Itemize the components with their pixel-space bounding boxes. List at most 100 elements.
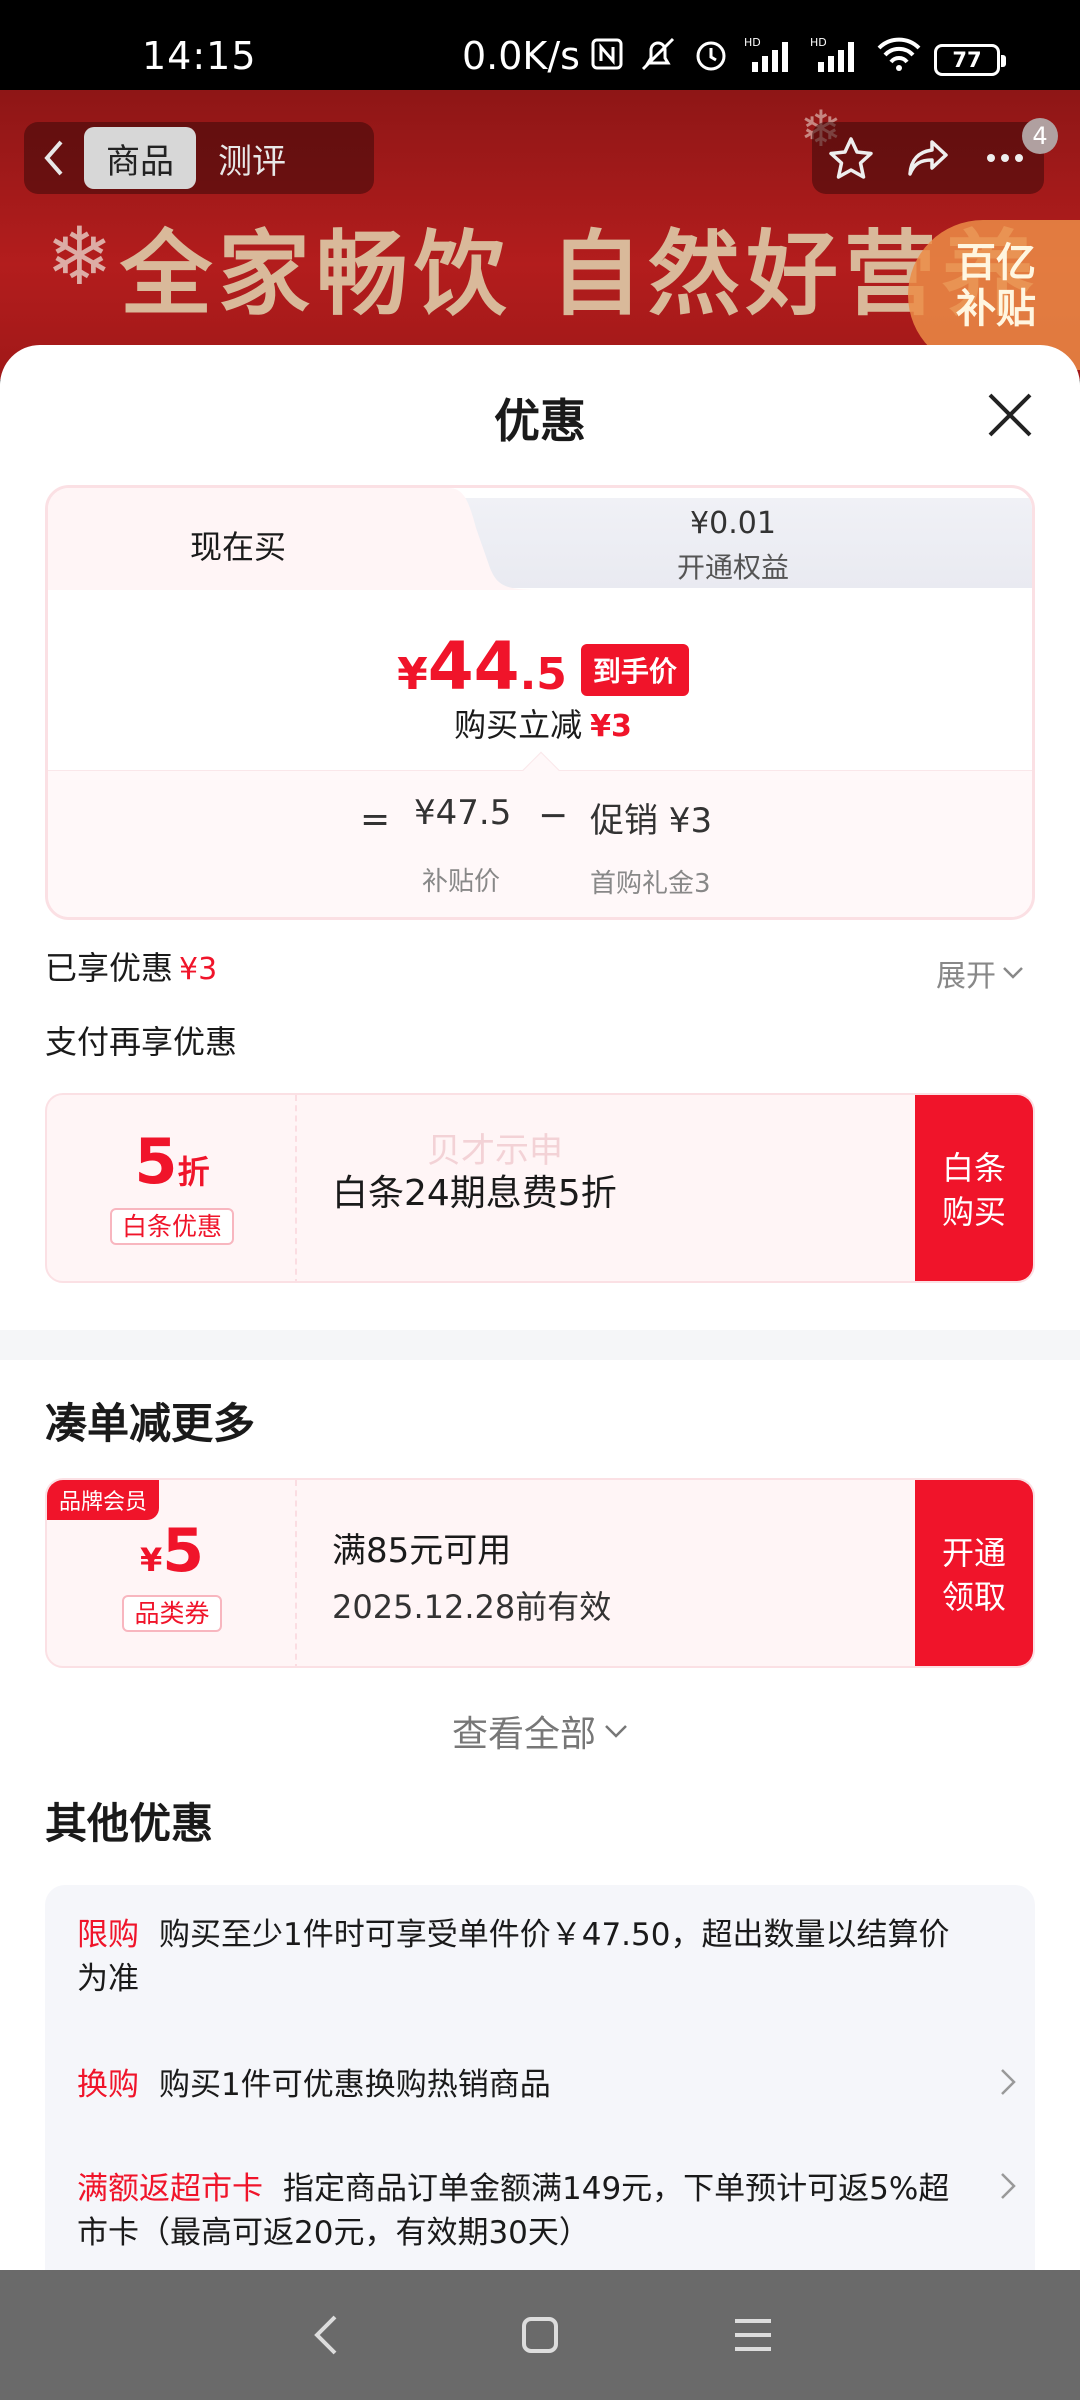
top-nav-left: 商品 测评 — [24, 122, 374, 194]
wifi-icon — [877, 37, 921, 71]
coupon-claim-button[interactable]: 开通 领取 — [915, 1480, 1033, 1666]
baitiao-discount-unit: 折 — [177, 1153, 210, 1191]
tab-buy-now[interactable]: 现在买 — [48, 488, 488, 588]
chevron-down-icon — [605, 1725, 627, 1738]
final-price-yen: ¥ — [397, 649, 428, 700]
nav-back-icon[interactable] — [307, 2313, 347, 2357]
alarm-icon — [696, 41, 726, 71]
coupon-claim-label: 开通 领取 — [942, 1531, 1006, 1619]
pay-more-title: 支付再享优惠 — [45, 1023, 238, 1061]
promo-value: 促销 ¥3 — [590, 801, 713, 841]
subsidy-badge-line2: 补贴 — [956, 286, 1036, 332]
enjoyed-label: 已享优惠 — [45, 949, 174, 987]
baitiao-buy-line2: 购买 — [941, 1193, 1006, 1231]
other-text: 购买1件可优惠换购热销商品 — [159, 2067, 551, 2103]
coupon-amount-value: 5 — [162, 1516, 204, 1586]
signal-2-icon: HD — [810, 36, 854, 72]
nav-menu-icon[interactable] — [733, 2317, 773, 2353]
baitiao-buy-button[interactable]: 白条 购买 — [915, 1095, 1033, 1281]
baitiao-buy-label: 白条 购买 — [942, 1146, 1006, 1234]
net-speed: 0.0K/s — [462, 34, 580, 78]
breakdown-minus: − — [538, 795, 569, 836]
other-item-exchange[interactable]: 换购 购买1件可优惠换购热销商品 — [77, 2063, 1016, 2107]
enjoyed-amount: ¥3 — [179, 952, 218, 987]
price-card: ¥0.01 开通权益 现在买 ¥ 44 .5 到手价 购买立减 ¥3 = ¥47.… — [45, 485, 1035, 920]
snowflake-icon: ❄ — [46, 210, 114, 303]
instant-reduce: 购买立减 ¥3 — [48, 700, 1032, 746]
battery-icon: 77 — [934, 44, 1006, 76]
coupon-type: 品类券 — [122, 1595, 222, 1632]
bundle-title: 凑单减更多 — [45, 1399, 256, 1448]
coupon-expiry: 2025.12.28前有效 — [332, 1587, 612, 1626]
brand-member-tag: 品牌会员 — [47, 1480, 160, 1520]
baitiao-card: 5折 白条优惠 贝才示申 白条24期息费5折 白条 购买 — [45, 1093, 1035, 1283]
top-nav-right: 4 — [812, 118, 1058, 194]
baitiao-info: 白条24期息费5折 — [332, 1095, 617, 1281]
final-price: ¥ 44 .5 到手价 — [48, 628, 1032, 705]
price-breakdown: = ¥47.5 补贴价 − 促销 ¥3 首购礼金3 — [48, 751, 1032, 917]
svg-text:HD: HD — [810, 36, 827, 49]
system-nav-bar — [0, 2270, 1080, 2400]
back-chevron-icon[interactable] — [24, 122, 84, 194]
coupon-value: ¥5 — [47, 1516, 297, 1586]
nav-home-icon[interactable] — [520, 2315, 560, 2355]
star-icon[interactable] — [827, 134, 875, 182]
breakdown-notch — [522, 751, 560, 789]
final-price-tag: 到手价 — [580, 644, 689, 696]
status-bar: 14:15 0.0K/s HD HD 77 — [0, 0, 1080, 90]
final-price-decimal: .5 — [519, 649, 567, 700]
enjoyed-discount: 已享优惠 ¥3 — [45, 943, 217, 989]
discount-sheet: 优惠 ¥0.01 开通权益 现在买 ¥ 44 .5 到手价 购买立减 ¥3 = … — [0, 345, 1080, 2270]
instant-reduce-amount: ¥3 — [590, 709, 632, 744]
coupon-claim-line1: 开通 — [941, 1534, 1006, 1572]
baitiao-tag: 白条优惠 — [109, 1208, 234, 1245]
other-item-limit: 限购 购买至少1件时可享受单件价￥47.50，超出数量以结算价为准 — [77, 1913, 977, 2001]
status-icons: HD HD — [590, 32, 922, 76]
subsidy-badge-line1: 百亿 — [956, 240, 1036, 286]
chevron-right-icon — [1001, 2173, 1016, 2199]
other-title: 其他优惠 — [45, 1799, 214, 1848]
other-kind: 换购 — [77, 2067, 139, 2103]
svg-text:HD: HD — [744, 36, 761, 49]
section-divider — [0, 1330, 1080, 1360]
clock: 14:15 — [142, 34, 257, 78]
baitiao-discount-value: 5折 — [47, 1125, 297, 1198]
coupon-condition: 满85元可用 — [332, 1530, 512, 1571]
tab-review[interactable]: 测评 — [196, 127, 308, 189]
nfc-icon — [591, 38, 623, 70]
cart-count-badge: 4 — [1022, 118, 1058, 154]
other-discounts: 限购 购买至少1件时可享受单件价￥47.50，超出数量以结算价为准 换购 购买1件可… — [45, 1885, 1035, 2270]
expand-button[interactable]: 展开 — [936, 951, 1024, 995]
view-all-label: 查看全部 — [451, 1714, 596, 1755]
price-tabs: ¥0.01 开通权益 现在买 — [48, 488, 1032, 590]
banner-text: 全家畅饮 自然好营养 — [120, 221, 1041, 328]
baitiao-buy-line1: 白条 — [941, 1149, 1006, 1187]
other-kind: 限购 — [77, 1917, 139, 1953]
final-price-integer: 44 — [427, 628, 520, 705]
product-hero: ❄ ❄ 全家畅饮 自然好营养 百亿 补贴 商品 测评 4 — [0, 90, 1080, 380]
close-icon[interactable] — [982, 387, 1038, 443]
baitiao-discount-num: 5 — [134, 1125, 178, 1198]
expand-label: 展开 — [936, 959, 996, 994]
coupon-type-wrap: 品类券 — [47, 1594, 297, 1632]
chevron-down-icon — [1003, 967, 1023, 979]
baitiao-tag-wrap: 白条优惠 — [47, 1207, 297, 1245]
other-text: 购买至少1件时可享受单件价￥47.50，超出数量以结算价为准 — [77, 1917, 950, 1997]
chevron-right-icon — [1001, 2069, 1016, 2095]
instant-reduce-label: 购买立减 — [454, 706, 583, 744]
promo-label: 首购礼金3 — [590, 869, 711, 899]
breakdown-equals: = — [360, 799, 391, 840]
coupon-yen: ¥ — [139, 1541, 163, 1579]
subsidy-label: 补贴价 — [422, 867, 501, 897]
view-all-button[interactable]: 查看全部 — [0, 1705, 1080, 1757]
subsidy-value: ¥47.5 — [414, 793, 512, 833]
coupon-claim-line2: 领取 — [941, 1578, 1006, 1616]
tab-product[interactable]: 商品 — [84, 127, 196, 189]
buy-now-label: 现在买 — [189, 528, 286, 566]
signal-1-icon: HD — [744, 36, 788, 72]
sheet-title: 优惠 — [494, 394, 586, 448]
other-item-cashback[interactable]: 满额返超市卡 指定商品订单金额满149元，下单预计可返5%超市卡（最高可返20元，… — [77, 2167, 1016, 2255]
brand-coupon: 品牌会员 ¥5 品类券 满85元可用 2025.12.28前有效 开通 领取 — [45, 1478, 1035, 1668]
baitiao-desc: 白条24期息费5折 — [332, 1173, 617, 1214]
share-icon[interactable] — [904, 134, 952, 182]
